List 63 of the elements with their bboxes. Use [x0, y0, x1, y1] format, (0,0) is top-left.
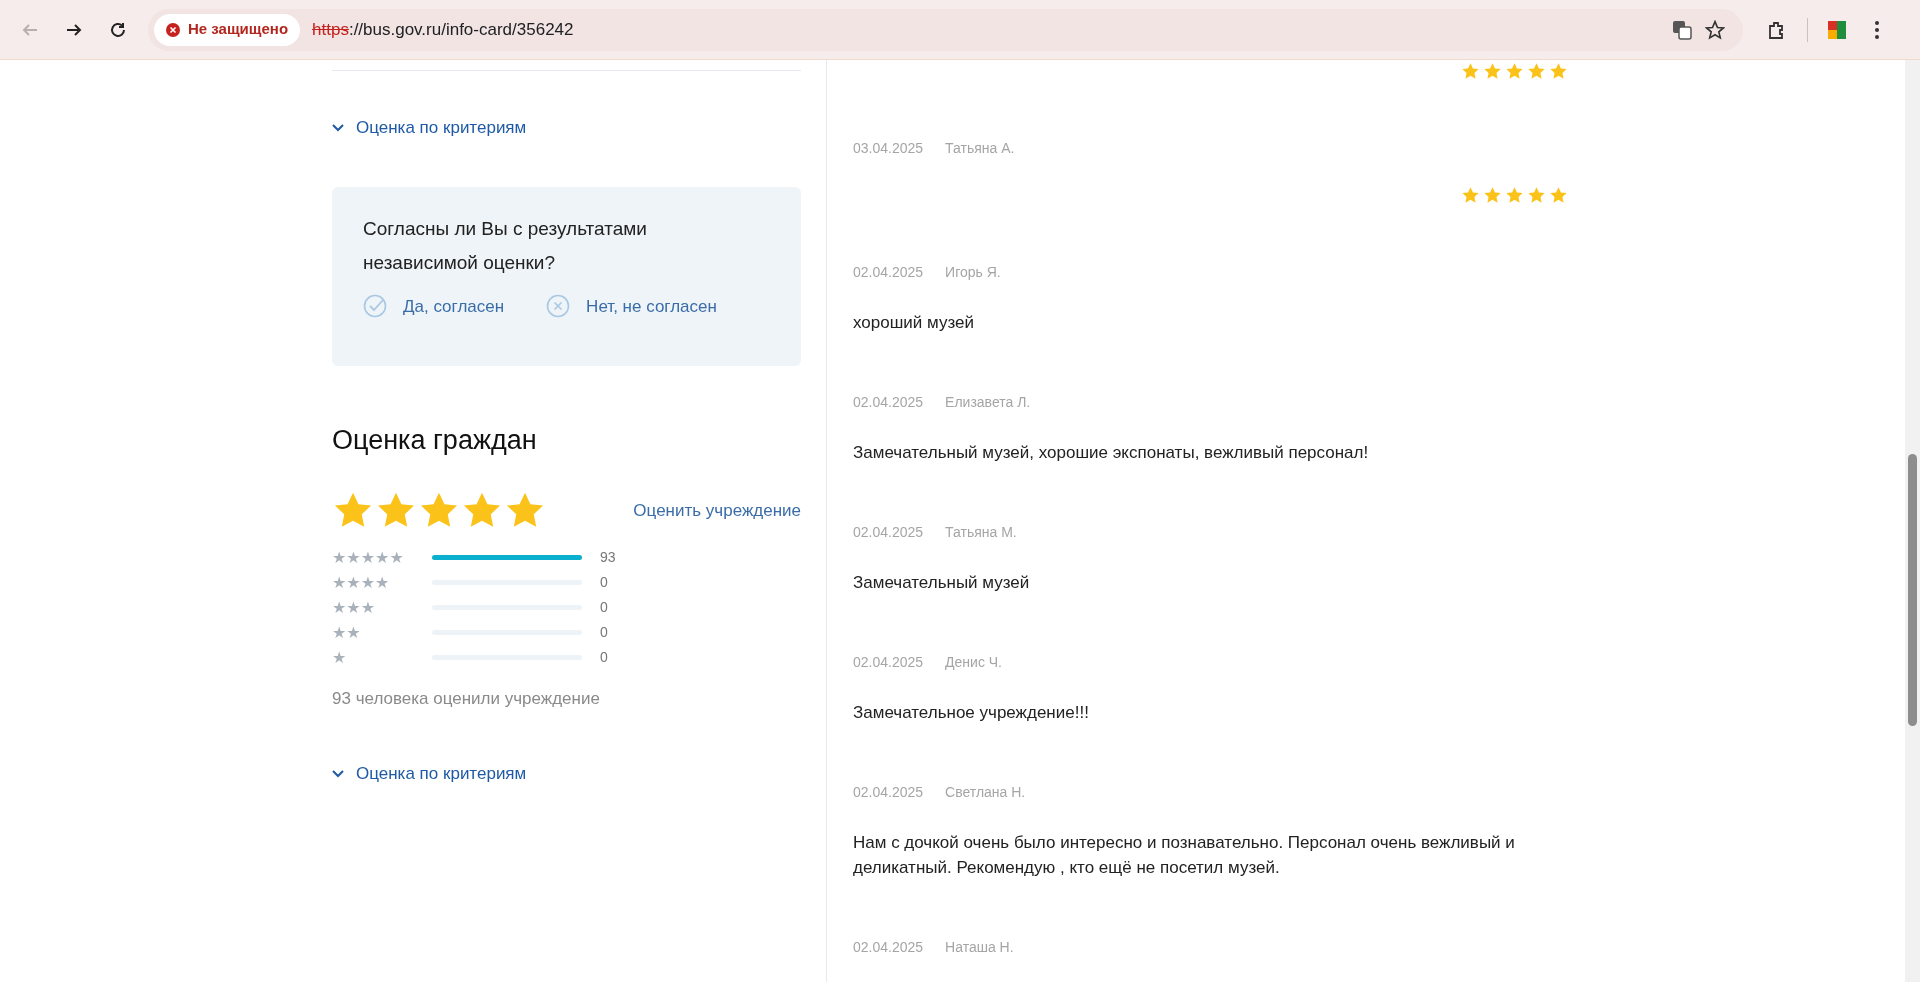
review-date: 02.04.2025	[853, 937, 924, 957]
star-icon	[1527, 186, 1546, 205]
review-author: Татьяна А.	[945, 138, 1015, 158]
review-author: Наташа Н.	[945, 937, 1014, 957]
star-icon	[1505, 186, 1524, 205]
star-icon	[1527, 62, 1546, 81]
cross-circle-icon	[546, 294, 571, 319]
section-title: Оценка граждан	[332, 423, 538, 456]
chevron-down-icon	[332, 123, 344, 132]
star-icon	[1461, 62, 1480, 81]
chevron-down-icon	[332, 769, 344, 778]
star-icon	[1483, 62, 1502, 81]
scrollbar[interactable]	[1905, 60, 1920, 982]
menu-icon[interactable]	[1874, 19, 1880, 40]
star-icon	[1483, 186, 1502, 205]
address-bar[interactable]: Не защищено https://bus.gov.ru/info-card/356242	[148, 8, 1743, 51]
star-rating-label: ★★★	[332, 597, 376, 617]
distribution-count: 0	[600, 648, 608, 667]
distribution-count: 0	[600, 573, 608, 592]
url-text: https://bus.gov.ru/info-card/356242	[312, 18, 575, 41]
scrollbar-thumb[interactable]	[1908, 454, 1917, 726]
review-author: Игорь Я.	[945, 262, 1001, 282]
review-date: 02.04.2025	[853, 392, 924, 412]
distribution-count: 0	[600, 623, 608, 642]
review-author: Денис Ч.	[945, 652, 1002, 672]
star-icon	[1505, 62, 1524, 81]
star-rating-label: ★★	[332, 622, 361, 642]
warning-icon	[166, 22, 180, 37]
ratings-total: 93 человека оценили учреждение	[332, 687, 601, 710]
review-text: Нам с дочкой очень было интересно и познавательно. Персонал очень вежливый и деликатный. Рекомендую , кто ещё не посетил музей.	[853, 832, 1516, 879]
star-icon	[1461, 186, 1480, 205]
criteria-link[interactable]: Оценка по критериям	[332, 761, 527, 787]
bookmark-star-icon[interactable]	[1705, 19, 1725, 40]
criteria-link[interactable]: Оценка по критериям	[332, 115, 527, 141]
review-text: Замечательный музей	[853, 572, 1031, 594]
star-rating-label: ★★★★	[332, 572, 390, 592]
security-chip[interactable]: Не защищено	[154, 13, 301, 46]
rate-link[interactable]: Оценить учреждение	[633, 497, 801, 524]
star-rating-label: ★	[332, 647, 347, 667]
review-text: Замечательный музей, хорошие экспонаты, вежливый персонал!	[853, 442, 1370, 464]
review-date: 02.04.2025	[853, 522, 924, 542]
review-date: 02.04.2025	[853, 652, 924, 672]
review-author: Татьяна М.	[945, 522, 1017, 542]
review-date: 02.04.2025	[853, 782, 924, 802]
agreement-question: Согласны ли Вы с результатами независимой оценки?	[363, 216, 648, 275]
distribution-count: 0	[600, 598, 608, 617]
security-label: Не защищено	[188, 19, 289, 40]
translate-icon[interactable]	[1671, 18, 1693, 41]
review-text: хороший музей	[853, 312, 975, 334]
agreement-option[interactable]: Да, согласен	[363, 293, 505, 319]
review-date: 02.04.2025	[853, 262, 924, 282]
review-date: 03.04.2025	[853, 138, 924, 158]
star-icon	[1549, 186, 1568, 205]
extension-icon[interactable]	[1828, 20, 1846, 39]
star-icon	[1549, 62, 1568, 81]
distribution-count: 93	[600, 548, 616, 567]
check-circle-icon	[363, 294, 387, 319]
star-rating-label: ★★★★★	[332, 547, 404, 567]
review-text: Замечательное учреждение!!!	[853, 702, 1090, 724]
review-author: Елизавета Л.	[945, 392, 1031, 412]
agreement-option[interactable]: Нет, не согласен	[546, 293, 717, 319]
reload-icon	[109, 20, 127, 39]
review-author: Светлана Н.	[945, 782, 1026, 802]
